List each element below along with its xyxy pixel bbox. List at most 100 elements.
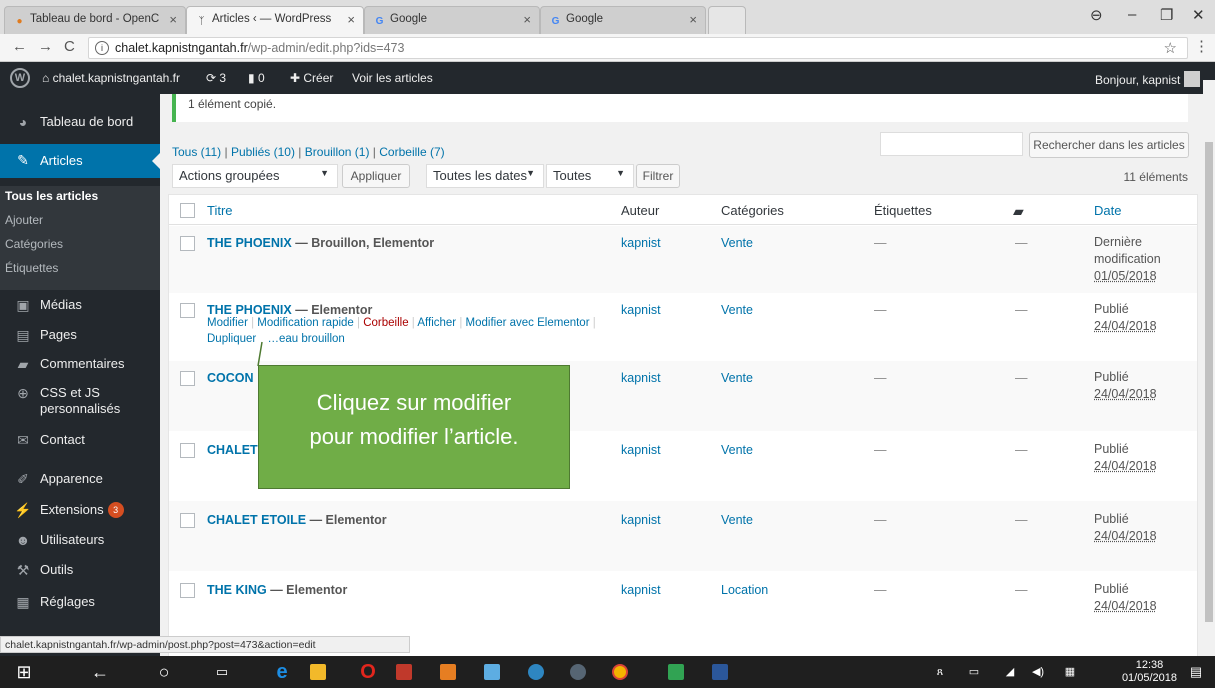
sidebar-item-appearance[interactable]: ✐ Apparence — [0, 471, 160, 487]
edge-icon[interactable]: e — [270, 660, 294, 684]
url-input[interactable]: i chalet.kapnistngantah.fr/wp-admin/edit… — [88, 37, 1188, 59]
menu-dots-icon[interactable]: ⋮ — [1194, 37, 1209, 55]
wifi-icon[interactable]: ◢ — [998, 660, 1022, 684]
sidebar-item-tools[interactable]: ⚒ Outils — [0, 562, 160, 578]
author-link[interactable]: kapnist — [621, 513, 661, 527]
account-menu[interactable]: Bonjour, kapnist — [1095, 71, 1201, 87]
close-window-icon[interactable]: ✕ — [1192, 6, 1205, 24]
sidebar-item-settings[interactable]: ▦ Réglages — [0, 594, 160, 610]
category-link[interactable]: Vente — [721, 236, 753, 250]
windows-start-icon[interactable]: ⊞ — [12, 660, 36, 684]
new-draft-link[interactable]: …eau brouillon — [267, 333, 344, 345]
author-link[interactable]: kapnist — [621, 371, 661, 385]
comments-link[interactable]: ▮ 0 — [248, 71, 265, 85]
taskbar-clock[interactable]: 12:38 01/05/2018 — [1122, 659, 1177, 685]
view-posts-link[interactable]: Voir les articles — [352, 71, 433, 85]
submenu-categories[interactable]: Catégories — [5, 237, 63, 251]
submenu-add[interactable]: Ajouter — [5, 213, 43, 227]
minimize-icon[interactable]: – — [1128, 6, 1136, 23]
bulk-actions-select[interactable]: Actions groupées ▼ — [172, 164, 338, 188]
post-title-link[interactable]: CHALET — [207, 443, 258, 457]
cortana-icon[interactable]: ○ — [152, 660, 176, 684]
post-title-link[interactable]: THE PHOENIX — Brouillon, Elementor — [207, 236, 434, 250]
submenu-all-articles[interactable]: Tous les articles — [5, 189, 98, 203]
select-all-checkbox[interactable] — [180, 203, 195, 218]
updates-link[interactable]: ⟳ 3 — [206, 71, 226, 85]
gift-app-icon[interactable] — [396, 664, 412, 680]
back-arrow-icon[interactable]: ← — [12, 38, 27, 55]
row-checkbox[interactable] — [180, 513, 195, 528]
create-link[interactable]: ✚ Créer — [290, 71, 333, 85]
category-link[interactable]: Vente — [721, 303, 753, 317]
column-title[interactable]: Titre — [207, 203, 233, 218]
volume-icon[interactable]: ◀) — [1026, 660, 1050, 684]
author-link[interactable]: kapnist — [621, 583, 661, 597]
row-checkbox[interactable] — [180, 236, 195, 251]
app-circle-icon[interactable] — [528, 664, 544, 680]
sublime-icon[interactable] — [440, 664, 456, 680]
row-checkbox[interactable] — [180, 583, 195, 598]
post-title-link[interactable]: THE KING — Elementor — [207, 583, 347, 597]
comments-column-icon[interactable]: ▰ — [1013, 203, 1024, 220]
author-link[interactable]: kapnist — [621, 303, 661, 317]
filter-button[interactable]: Filtrer — [636, 164, 680, 188]
back-icon[interactable]: ← — [88, 660, 112, 684]
close-tab-icon[interactable]: × — [523, 12, 531, 27]
search-button[interactable]: Rechercher dans les articles — [1029, 132, 1189, 158]
sidebar-item-comments[interactable]: ▰ Commentaires — [0, 356, 160, 372]
chrome-icon[interactable] — [612, 664, 628, 680]
notepad-icon[interactable] — [484, 664, 500, 680]
maximize-icon[interactable]: ❐ — [1160, 6, 1173, 24]
profile-icon[interactable]: ⊖ — [1090, 6, 1103, 24]
browser-tab-google-1[interactable]: G Google × — [364, 6, 540, 34]
page-scrollbar[interactable] — [1203, 80, 1215, 656]
file-explorer-icon[interactable] — [310, 664, 326, 680]
view-link[interactable]: Afficher — [417, 317, 456, 329]
dates-select[interactable]: Toutes les dates ▼ — [426, 164, 544, 188]
author-link[interactable]: kapnist — [621, 236, 661, 250]
filter-trash[interactable]: Corbeille (7) — [379, 145, 444, 159]
reload-icon[interactable]: C — [64, 38, 75, 55]
sidebar-item-users[interactable]: ☻ Utilisateurs — [0, 532, 160, 548]
new-tab-button[interactable] — [708, 6, 746, 34]
row-checkbox[interactable] — [180, 303, 195, 318]
browser-tab-google-2[interactable]: G Google × — [540, 6, 706, 34]
filter-all[interactable]: Tous (11) — [172, 145, 221, 159]
battery-icon[interactable]: ▭ — [962, 660, 986, 684]
duplicate-link[interactable]: Dupliquer — [207, 333, 256, 345]
sidebar-item-contact[interactable]: ✉ Contact — [0, 432, 160, 448]
sidebar-item-extensions[interactable]: ⚡ Extensions 3 — [0, 502, 160, 518]
categories-select[interactable]: Toutes ▼ — [546, 164, 634, 188]
task-view-icon[interactable]: ▭ — [210, 660, 234, 684]
column-date[interactable]: Date — [1094, 203, 1121, 218]
site-link[interactable]: ⌂ chalet.kapnistngantah.fr — [42, 71, 180, 85]
notification-center-icon[interactable]: ▤ — [1184, 660, 1208, 684]
wordpress-logo-icon[interactable]: W — [10, 68, 30, 88]
word-icon[interactable] — [712, 664, 728, 680]
edit-link[interactable]: Modifier — [207, 317, 248, 329]
apply-button[interactable]: Appliquer — [342, 164, 410, 188]
people-icon[interactable]: ጸ — [928, 660, 952, 684]
keyboard-icon[interactable]: ▦ — [1058, 660, 1082, 684]
project-icon[interactable] — [668, 664, 684, 680]
category-link[interactable]: Vente — [721, 513, 753, 527]
filter-published[interactable]: Publiés (10) — [231, 145, 295, 159]
row-checkbox[interactable] — [180, 443, 195, 458]
row-checkbox[interactable] — [180, 371, 195, 386]
category-link[interactable]: Location — [721, 583, 768, 597]
sidebar-item-media[interactable]: ▣ Médias — [0, 297, 160, 313]
sidebar-item-custom-css-js[interactable]: ⊕ CSS et JS personnalisés — [0, 385, 130, 417]
bookmark-star-icon[interactable]: ☆ — [1164, 39, 1177, 57]
post-title-link[interactable]: CHALET ETOILE — Elementor — [207, 513, 387, 527]
close-tab-icon[interactable]: × — [689, 12, 697, 27]
submenu-tags[interactable]: Étiquettes — [5, 261, 58, 275]
opera-icon[interactable]: O — [356, 660, 380, 684]
edit-with-elementor-link[interactable]: Modifier avec Elementor — [466, 317, 590, 329]
browser-tab-openclassrooms[interactable]: ● Tableau de bord - OpenC × — [4, 6, 186, 34]
post-title-link[interactable]: COCON — [207, 371, 254, 385]
sidebar-item-dashboard[interactable]: ◕ Tableau de bord — [0, 114, 160, 130]
sidebar-item-pages[interactable]: ▤ Pages — [0, 327, 160, 343]
category-link[interactable]: Vente — [721, 371, 753, 385]
browser-tab-wordpress[interactable]: ᛉ Articles ‹ — WordPress × — [186, 6, 364, 34]
category-link[interactable]: Vente — [721, 443, 753, 457]
